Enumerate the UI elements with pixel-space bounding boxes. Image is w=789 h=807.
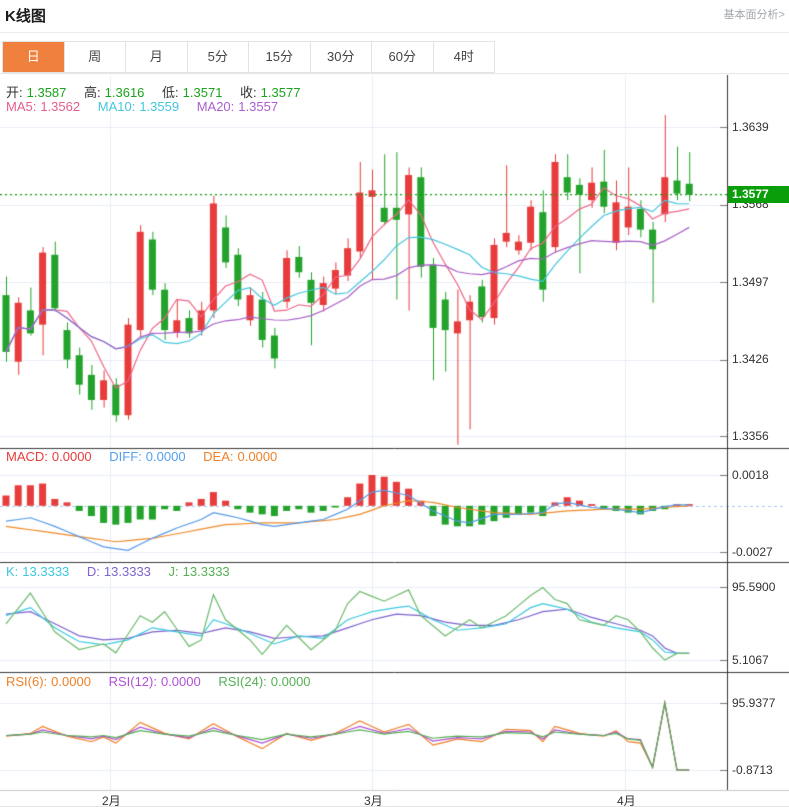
ma5-value: 1.3562	[40, 99, 80, 114]
open-value: 1.3587	[27, 85, 67, 100]
macd-value: 0.0000	[52, 449, 92, 464]
rsi24-value: 0.0000	[271, 674, 311, 689]
chart-region: 开: 1.3587 高: 1.3616 低: 1.3571 收: 1.3577 MA5:…	[0, 0, 789, 807]
macd-label: MACD:	[6, 449, 48, 464]
price-axis-tick: 1.3356	[732, 429, 769, 443]
rsi-axis-tick: 95.9377	[732, 696, 775, 710]
kline-chart-canvas[interactable]	[0, 73, 789, 807]
close-value: 1.3577	[261, 85, 301, 100]
kdj-axis-tick: 95.5900	[732, 580, 775, 594]
k-label: K:	[6, 564, 18, 579]
x-axis-month: 4月	[617, 792, 636, 807]
d-label: D:	[87, 564, 100, 579]
rsi6-value: 0.0000	[51, 674, 91, 689]
j-label: J:	[169, 564, 179, 579]
diff-label: DIFF:	[109, 449, 142, 464]
price-axis-tick: 1.3497	[732, 275, 769, 289]
x-axis-month: 2月	[102, 792, 121, 807]
price-axis-tick: 1.3639	[732, 120, 769, 134]
low-value: 1.3571	[183, 85, 223, 100]
macd-axis-tick: 0.0018	[732, 468, 769, 482]
x-axis-month: 3月	[364, 792, 383, 807]
rsi12-value: 0.0000	[161, 674, 201, 689]
low-label: 低:	[162, 85, 179, 100]
macd-axis-tick: -0.0027	[732, 545, 773, 559]
rsi-axis-tick: -0.8713	[732, 763, 773, 777]
rsi6-label: RSI(6):	[6, 674, 47, 689]
high-label: 高:	[84, 85, 101, 100]
kdj-readout: K: 13.3333 D: 13.3333 J: 13.3333	[6, 564, 234, 579]
rsi24-label: RSI(24):	[218, 674, 266, 689]
ma-readout: MA5: 1.3562 MA10:1.3559 MA20:1.3557	[6, 99, 282, 114]
open-label: 开:	[6, 85, 23, 100]
kline-widget: K线图 基本面分析> 日 周 月 5分 15分 30分 60分 4时 开:1.3…	[0, 0, 789, 807]
high-value: 1.3616	[105, 85, 145, 100]
k-value: 13.3333	[22, 564, 69, 579]
current-price-badge: 1.3577	[728, 186, 789, 203]
ma10-value: 1.3559	[139, 99, 179, 114]
j-value: 13.3333	[183, 564, 230, 579]
price-axis-tick: 1.3426	[732, 352, 769, 366]
d-value: 13.3333	[104, 564, 151, 579]
macd-readout: MACD: 0.0000 DIFF: 0.0000 DEA: 0.0000	[6, 449, 281, 464]
ma5-label: MA5:	[6, 99, 36, 114]
dea-label: DEA:	[203, 449, 233, 464]
close-label: 收:	[240, 85, 257, 100]
diff-value: 0.0000	[146, 449, 186, 464]
rsi-readout: RSI(6): 0.0000 RSI(12): 0.0000 RSI(24): 0.0…	[6, 674, 315, 689]
ma20-label: MA20:	[197, 99, 235, 114]
ma20-value: 1.3557	[238, 99, 278, 114]
ma10-label: MA10:	[98, 99, 136, 114]
dea-value: 0.0000	[238, 449, 278, 464]
kdj-axis-tick: 5.1067	[732, 653, 769, 667]
rsi12-label: RSI(12):	[109, 674, 157, 689]
